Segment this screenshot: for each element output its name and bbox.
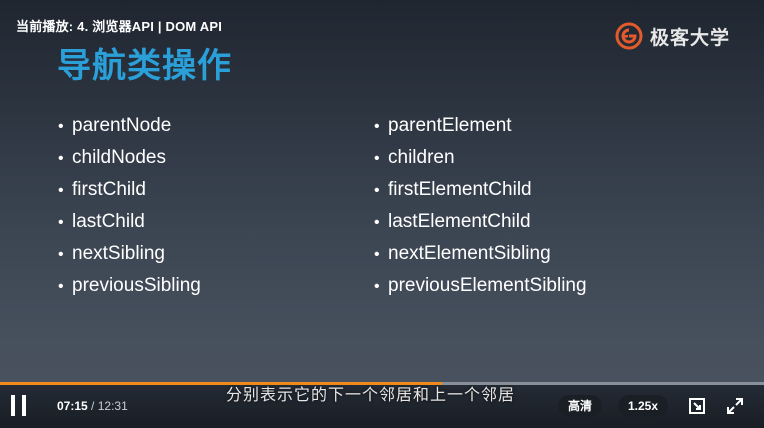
bullet: • xyxy=(374,182,380,199)
list-item-text: nextElementSibling xyxy=(388,243,551,264)
list-item: • parentElement xyxy=(374,112,587,144)
list-item: • firstElementChild xyxy=(374,176,587,208)
time-separator: / xyxy=(91,399,95,413)
bullet: • xyxy=(374,246,380,263)
bullet: • xyxy=(58,182,64,199)
bullet: • xyxy=(58,246,64,263)
list-item-text: parentElement xyxy=(388,115,512,136)
list-item: • parentNode xyxy=(58,112,201,144)
list-item-text: firstChild xyxy=(72,179,146,200)
now-playing-title: 当前播放: 4. 浏览器API | DOM API xyxy=(16,19,223,34)
logo-text: 极客大学 xyxy=(649,27,730,49)
geek-university-logo-icon xyxy=(615,22,643,50)
list-item: • firstChild xyxy=(58,176,201,208)
list-item-text: parentNode xyxy=(72,115,172,136)
bullet: • xyxy=(374,214,380,231)
slide-list-left: • parentNode • childNodes • firstChild • las… xyxy=(58,112,201,304)
list-item-text: childNodes xyxy=(72,147,166,168)
time-display: 07:15 / 12:31 xyxy=(57,399,128,413)
list-item: • childNodes xyxy=(58,144,201,176)
speed-button[interactable]: 1.25x xyxy=(618,395,669,417)
list-item-text: nextSibling xyxy=(72,243,165,264)
fullscreen-button[interactable] xyxy=(726,397,744,415)
bullet: • xyxy=(374,118,380,135)
bullet: • xyxy=(374,278,380,295)
pause-icon-bar xyxy=(22,395,26,416)
list-item: • lastElementChild xyxy=(374,208,587,240)
bullet: • xyxy=(58,118,64,135)
total-time: 12:31 xyxy=(97,399,128,413)
pause-button[interactable] xyxy=(10,395,28,417)
list-item-text: previousElementSibling xyxy=(388,275,587,296)
list-item: • previousSibling xyxy=(58,272,201,304)
list-item: • nextSibling xyxy=(58,240,201,272)
pause-icon xyxy=(11,395,15,416)
quality-button[interactable]: 高清 xyxy=(558,395,603,417)
subtitle-caption: 分别表示它的下一个邻居和上一个邻居 xyxy=(226,387,516,404)
current-time: 07:15 xyxy=(57,399,88,413)
slide-title: 导航类操作 xyxy=(57,47,232,85)
list-item-text: previousSibling xyxy=(72,275,201,296)
slide-list-right: • parentElement • children • firstElementCh… xyxy=(374,112,587,304)
list-item-text: children xyxy=(388,147,455,168)
list-item: • nextElementSibling xyxy=(374,240,587,272)
list-item-text: firstElementChild xyxy=(388,179,532,200)
list-item-text: lastChild xyxy=(72,211,145,232)
brand-logo: 极客大学 xyxy=(614,21,730,51)
picture-in-picture-icon xyxy=(689,398,705,414)
video-player[interactable]: 当前播放: 4. 浏览器API | DOM API 极客大学 导航类操作 • pa… xyxy=(0,0,764,428)
list-item-text: lastElementChild xyxy=(388,211,531,232)
list-item: • children xyxy=(374,144,587,176)
list-item: • lastChild xyxy=(58,208,201,240)
fullscreen-icon xyxy=(727,398,743,414)
list-item: • previousElementSibling xyxy=(374,272,587,304)
bullet: • xyxy=(58,150,64,167)
bullet: • xyxy=(58,278,64,295)
picture-in-picture-button[interactable] xyxy=(688,397,706,415)
bullet: • xyxy=(58,214,64,231)
bullet: • xyxy=(374,150,380,167)
